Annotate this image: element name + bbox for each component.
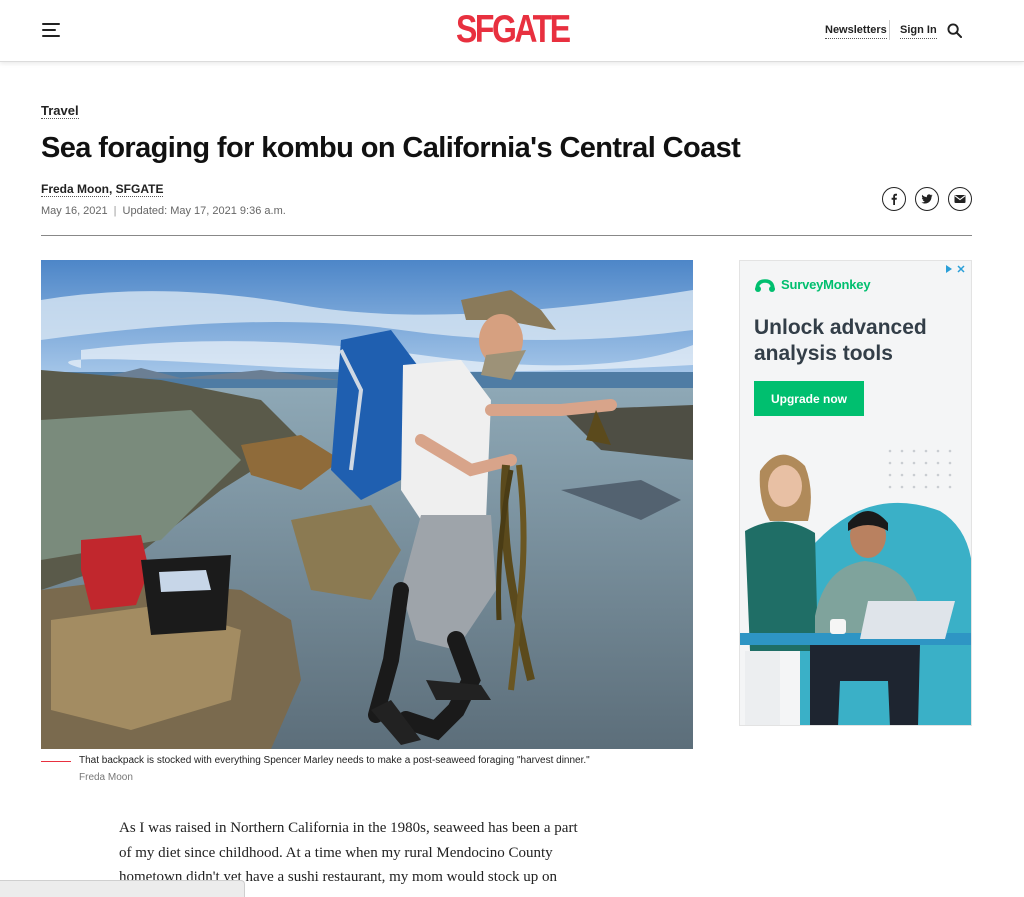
ad-choices-icon[interactable]	[944, 263, 968, 275]
search-icon[interactable]	[947, 23, 962, 38]
byline: Freda Moon, SFGATE	[41, 182, 164, 197]
caption-rule	[41, 761, 71, 762]
sfgate-logo[interactable]: SFGATE	[456, 8, 571, 52]
photo-caption: That backpack is stocked with everything…	[79, 755, 590, 766]
author-link[interactable]: Freda Moon	[41, 182, 109, 197]
surveymonkey-logo-icon	[755, 278, 775, 292]
facebook-share-button[interactable]	[882, 187, 906, 211]
menu-icon[interactable]	[42, 23, 60, 37]
article-headline: Sea foraging for kombu on California's C…	[41, 132, 741, 164]
section-label[interactable]: Travel	[41, 103, 79, 119]
twitter-icon	[921, 194, 933, 204]
ad-brand: SurveyMonkey	[754, 277, 871, 292]
bottom-overlay-bar[interactable]	[0, 880, 245, 897]
newsletters-link[interactable]: Newsletters	[825, 24, 887, 39]
article-photo[interactable]	[41, 260, 693, 749]
upgrade-now-button[interactable]: Upgrade now	[754, 381, 864, 416]
site-header: SFGATE Newsletters Sign In	[0, 0, 1024, 62]
body-line: As I was raised in Northern California i…	[119, 820, 578, 836]
facebook-icon	[891, 193, 897, 205]
dateline: May 16, 2021 | Updated: May 17, 2021 9:36 …	[41, 205, 286, 217]
ad-illustration	[740, 449, 971, 725]
updated-date: Updated: May 17, 2021 9:36 a.m.	[122, 205, 286, 217]
ad-brand-name: SurveyMonkey	[781, 277, 871, 292]
publish-date: May 16, 2021	[41, 205, 108, 217]
email-icon	[954, 195, 966, 203]
seaweed-forager-photo	[41, 260, 693, 749]
header-rule	[41, 235, 972, 236]
article-body: As I was raised in Northern California i…	[119, 816, 619, 890]
publication-link[interactable]: SFGATE	[115, 182, 164, 197]
photo-credit: Freda Moon	[79, 772, 133, 783]
ad-headline: Unlock advanced analysis tools	[754, 316, 927, 365]
twitter-share-button[interactable]	[915, 187, 939, 211]
sign-in-link[interactable]: Sign In	[900, 24, 937, 39]
advertisement[interactable]: SurveyMonkey Unlock advanced analysis to…	[739, 260, 972, 726]
header-divider	[889, 20, 890, 40]
body-line: of my diet since childhood. At a time wh…	[119, 844, 553, 861]
email-share-button[interactable]	[948, 187, 972, 211]
